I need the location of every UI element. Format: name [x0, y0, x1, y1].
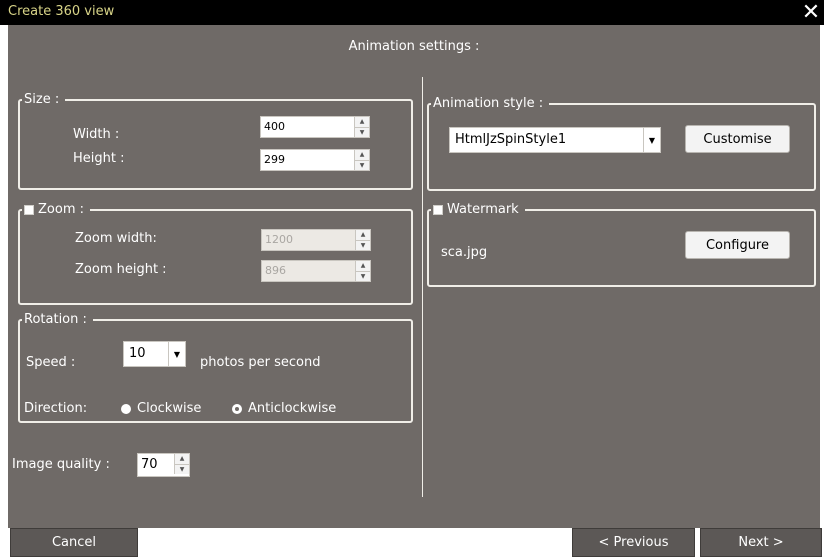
speed-label: Speed : — [26, 355, 76, 370]
zoom-width-value: 1200 — [265, 233, 293, 246]
rotation-group: Rotation : Speed : 10 ▼ photos per secon… — [18, 311, 413, 423]
direction-label: Direction: — [24, 401, 88, 416]
image-quality-value: 70 — [141, 457, 158, 472]
zoom-height-label: Zoom height : — [75, 262, 167, 277]
clockwise-radio[interactable]: Clockwise — [121, 401, 201, 416]
customise-button[interactable]: Customise — [685, 125, 790, 153]
animation-style-value: HtmlJzSpinStyle1 — [455, 132, 567, 147]
configure-button[interactable]: Configure — [685, 231, 790, 259]
height-value: 299 — [264, 153, 285, 166]
speed-value: 10 — [129, 346, 146, 361]
zoom-height-stepper[interactable]: 896 ▲ ▼ — [261, 260, 371, 282]
anticlockwise-radio[interactable]: Anticlockwise — [232, 401, 336, 416]
column-divider — [422, 77, 423, 497]
width-value: 400 — [264, 120, 285, 133]
down-arrow-icon[interactable]: ▼ — [356, 271, 370, 282]
watermark-checkbox[interactable] — [433, 205, 443, 215]
width-stepper-arrows[interactable]: ▲ ▼ — [354, 117, 369, 137]
zoom-height-stepper-arrows[interactable]: ▲ ▼ — [355, 261, 370, 281]
window-title: Create 360 view — [8, 4, 115, 19]
height-stepper-arrows[interactable]: ▲ ▼ — [354, 150, 369, 170]
watermark-legend: Watermark — [431, 201, 525, 219]
height-stepper[interactable]: 299 ▲ ▼ — [260, 149, 370, 171]
down-arrow-icon[interactable]: ▼ — [355, 160, 369, 171]
up-arrow-icon[interactable]: ▲ — [355, 150, 369, 160]
previous-button[interactable]: < Previous — [572, 528, 695, 557]
image-quality-stepper[interactable]: 70 ▲ ▼ — [137, 453, 190, 477]
cancel-button[interactable]: Cancel — [10, 528, 138, 557]
animation-style-legend: Animation style : — [431, 95, 550, 113]
width-label: Width : — [73, 127, 120, 142]
close-icon[interactable]: ✕ — [800, 0, 822, 25]
dropdown-arrow-icon[interactable]: ▼ — [168, 342, 185, 366]
size-legend: Size : — [22, 91, 66, 109]
height-label: Height : — [73, 151, 125, 166]
animation-style-select[interactable]: HtmlJzSpinStyle1 ▼ — [449, 127, 661, 153]
zoom-checkbox[interactable] — [24, 205, 34, 215]
zoom-height-value: 896 — [265, 264, 286, 277]
page-heading: Animation settings : — [348, 39, 480, 54]
zoom-width-stepper-arrows[interactable]: ▲ ▼ — [355, 230, 370, 250]
up-arrow-icon[interactable]: ▲ — [356, 261, 370, 271]
settings-panel: Animation settings : Size : Width : 400 … — [8, 25, 820, 528]
down-arrow-icon[interactable]: ▼ — [355, 127, 369, 138]
radio-icon[interactable] — [121, 403, 131, 414]
zoom-legend: Zoom : — [22, 201, 90, 219]
next-button[interactable]: Next > — [700, 528, 822, 557]
zoom-group: Zoom : Zoom width: 1200 ▲ ▼ Zoom height :… — [18, 201, 413, 305]
title-bar: Create 360 view ✕ — [0, 0, 824, 25]
animation-style-group: Animation style : HtmlJzSpinStyle1 ▼ Cus… — [427, 95, 816, 191]
watermark-group: Watermark sca.jpg Configure — [427, 201, 816, 287]
speed-select[interactable]: 10 ▼ — [123, 341, 186, 367]
up-arrow-icon[interactable]: ▲ — [175, 454, 189, 464]
speed-unit-label: photos per second — [200, 355, 321, 370]
up-arrow-icon[interactable]: ▲ — [356, 230, 370, 240]
width-stepper[interactable]: 400 ▲ ▼ — [260, 116, 370, 138]
zoom-width-label: Zoom width: — [75, 231, 157, 246]
image-quality-stepper-arrows[interactable]: ▲ ▼ — [174, 454, 189, 474]
watermark-filename: sca.jpg — [441, 245, 488, 260]
size-group: Size : Width : 400 ▲ ▼ Height : 299 ▲ ▼ — [18, 91, 413, 190]
create-360-view-window: Create 360 view ✕ Animation settings : S… — [0, 0, 824, 557]
radio-selected-icon[interactable] — [232, 403, 242, 414]
dropdown-arrow-icon[interactable]: ▼ — [643, 128, 660, 152]
down-arrow-icon[interactable]: ▼ — [356, 240, 370, 251]
down-arrow-icon[interactable]: ▼ — [175, 464, 189, 475]
image-quality-label: Image quality : — [12, 457, 110, 472]
up-arrow-icon[interactable]: ▲ — [355, 117, 369, 127]
zoom-width-stepper[interactable]: 1200 ▲ ▼ — [261, 229, 371, 251]
rotation-legend: Rotation : — [22, 311, 93, 329]
